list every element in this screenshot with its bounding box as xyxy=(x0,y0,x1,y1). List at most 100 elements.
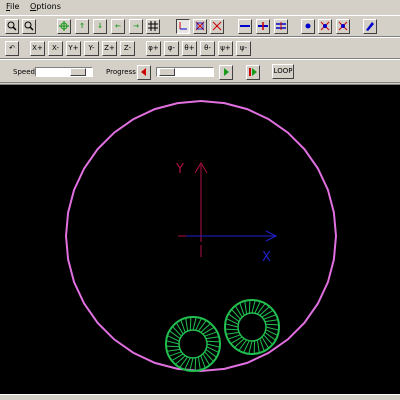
double-line-icon xyxy=(276,22,286,30)
cross-icon xyxy=(258,22,268,30)
x-axis-label: X xyxy=(262,250,271,265)
arrow-right-icon: → xyxy=(133,22,139,30)
wheel-spoke xyxy=(175,355,186,365)
arrow-left-icon: ← xyxy=(115,22,121,30)
rotate-view-icon xyxy=(212,21,222,31)
status-bar xyxy=(0,394,400,400)
pan-all-icon xyxy=(59,21,69,31)
pan-all-button[interactable] xyxy=(57,19,71,34)
pan-right-button[interactable]: → xyxy=(129,19,143,34)
phi-minus-label: φ- xyxy=(167,44,176,52)
x-plus-button[interactable]: X+ xyxy=(30,41,45,56)
menu-options[interactable]: Options xyxy=(30,2,61,12)
menu-file[interactable]: File xyxy=(6,2,19,12)
phi-plus-label: φ+ xyxy=(148,44,159,52)
step-back-button[interactable] xyxy=(137,65,151,80)
y-plus-button[interactable]: Y+ xyxy=(66,41,81,56)
theta-minus-button[interactable]: θ- xyxy=(200,41,215,56)
theta-plus-label: θ+ xyxy=(184,44,195,52)
arrow-down-icon: ↓ xyxy=(97,22,103,30)
z-plus-button[interactable]: Z+ xyxy=(102,41,117,56)
wheel-hub xyxy=(178,329,208,359)
x-plus-label: X+ xyxy=(32,44,43,52)
wheel-hub xyxy=(237,312,267,342)
phi-minus-button[interactable]: φ- xyxy=(164,41,179,56)
pan-down-button[interactable]: ↓ xyxy=(93,19,107,34)
menu-file-label: ile xyxy=(10,2,20,11)
pause-play-icon xyxy=(249,68,257,76)
x-minus-label: X- xyxy=(52,44,59,52)
z-minus-button[interactable]: Z- xyxy=(120,41,135,56)
wheel-spoke xyxy=(192,317,197,331)
psi-plus-label: ψ+ xyxy=(220,44,231,52)
wheel-spoke xyxy=(259,306,270,316)
y-plus-label: Y+ xyxy=(68,44,79,52)
zoom-in-button[interactable] xyxy=(5,19,19,34)
play-button[interactable] xyxy=(219,65,233,80)
multi-star-mode-button[interactable] xyxy=(336,19,350,34)
star-icon xyxy=(320,21,330,31)
wheel-outer-rim xyxy=(224,299,280,355)
progress-slider[interactable] xyxy=(156,67,214,77)
left-wheel xyxy=(165,316,221,372)
wheel-spoke xyxy=(166,345,180,348)
progress-slider-thumb[interactable] xyxy=(159,68,175,76)
rotate-view-button[interactable] xyxy=(210,19,224,34)
wheel-spoke xyxy=(264,319,279,323)
loop-button[interactable]: LOOP xyxy=(272,64,294,79)
wheel-spoke xyxy=(205,336,220,340)
fit-view-button[interactable] xyxy=(193,19,207,34)
wheel-spoke xyxy=(189,317,192,331)
solid-render-button[interactable] xyxy=(363,19,377,34)
double-line-mode-button[interactable] xyxy=(274,19,288,34)
wheel-spoke xyxy=(265,323,279,326)
speed-slider-thumb[interactable] xyxy=(70,68,86,76)
pan-left-button[interactable]: ← xyxy=(111,19,125,34)
scene-canvas[interactable]: Y X xyxy=(0,85,400,395)
zoom-out-icon xyxy=(24,21,34,31)
reset-icon: ↶ xyxy=(9,44,15,52)
zoom-out-button[interactable] xyxy=(22,19,36,34)
line-mode-button[interactable] xyxy=(238,19,252,34)
wheel-spoke xyxy=(253,340,256,354)
psi-minus-button[interactable]: ψ- xyxy=(236,41,251,56)
axes-toggle-button[interactable] xyxy=(176,19,190,34)
speed-label: Speed xyxy=(13,68,35,76)
wheel-spoke xyxy=(166,348,181,352)
speed-slider[interactable] xyxy=(35,67,93,77)
theta-plus-button[interactable]: θ+ xyxy=(182,41,197,56)
reset-view-button[interactable]: ↶ xyxy=(5,41,19,56)
wheel-spoke xyxy=(189,357,194,371)
point-icon xyxy=(305,23,311,29)
play-reverse-icon xyxy=(141,68,146,76)
zoom-in-icon xyxy=(7,21,17,31)
pan-up-button[interactable]: ↑ xyxy=(75,19,89,34)
fit-view-icon xyxy=(195,21,205,31)
wheel-spoke xyxy=(225,331,240,335)
wheel-spoke xyxy=(265,326,279,331)
point-mode-button[interactable] xyxy=(301,19,315,34)
x-minus-button[interactable]: X- xyxy=(48,41,63,56)
z-minus-label: Z- xyxy=(123,44,132,52)
y-minus-button[interactable]: Y- xyxy=(84,41,99,56)
wheel-spoke xyxy=(225,328,239,331)
render-viewport[interactable]: Y X xyxy=(0,84,400,394)
cross-mode-button[interactable] xyxy=(256,19,270,34)
menu-bar: File Options xyxy=(0,0,400,14)
progress-label: Progress xyxy=(106,68,136,76)
wheel-spoke xyxy=(185,317,189,332)
phi-plus-button[interactable]: φ+ xyxy=(146,41,161,56)
psi-plus-button[interactable]: ψ+ xyxy=(218,41,233,56)
pause-button[interactable] xyxy=(246,65,260,80)
multi-star-icon xyxy=(338,21,348,31)
wheel-spoke xyxy=(263,334,273,345)
wheel-spoke xyxy=(251,300,256,314)
star-mode-button[interactable] xyxy=(318,19,332,34)
wheel-spoke xyxy=(225,323,239,328)
wheel-spoke xyxy=(248,300,251,314)
wheel-spoke xyxy=(256,339,260,354)
view-toolbar: ↑ ↓ ← → xyxy=(0,15,400,37)
grid-button[interactable] xyxy=(146,19,160,34)
axes-icon xyxy=(179,22,187,30)
wheel-spoke xyxy=(204,351,214,362)
